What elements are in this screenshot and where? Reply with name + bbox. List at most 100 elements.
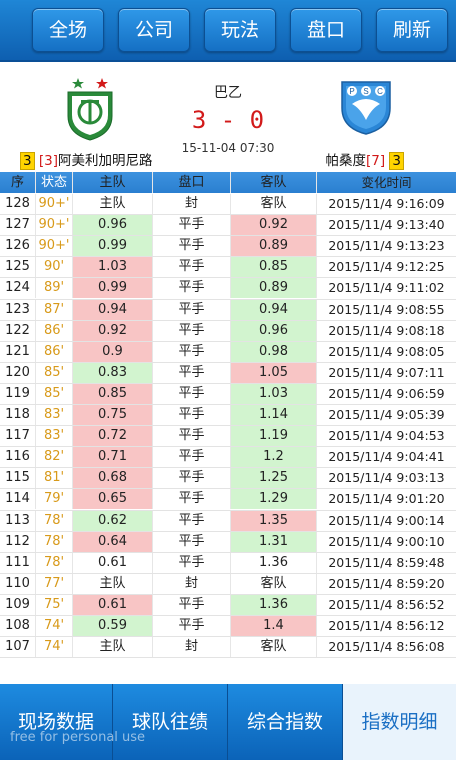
cell-status: 74' <box>36 637 73 658</box>
cell-away-odds: 1.2 <box>231 447 317 468</box>
cell-status: 82' <box>36 447 73 468</box>
cell-away-odds: 0.96 <box>231 320 317 341</box>
home-team-name: 阿美利加明尼路 <box>58 153 153 169</box>
tab-team-history[interactable]: 球队往绩 <box>113 684 228 760</box>
cell-away-odds: 1.19 <box>231 426 317 447</box>
cell-away-odds: 0.85 <box>231 257 317 278</box>
cell-away-odds: 0.89 <box>231 278 317 299</box>
cell-handicap: 平手 <box>153 405 231 425</box>
cell-status: 83' <box>36 405 73 425</box>
cell-status: 81' <box>36 468 73 489</box>
cell-change-time: 2015/11/4 9:00:14 <box>328 512 445 528</box>
match-time: 15-11-04 07:30 <box>181 141 275 155</box>
cell-home-odds: 0.75 <box>73 405 153 425</box>
cell-no: 114 <box>0 489 36 510</box>
cell-no: 125 <box>0 257 36 278</box>
cell-status: 78' <box>36 510 73 531</box>
cell-status: 89' <box>36 278 73 299</box>
refresh-button[interactable]: 刷新 <box>376 8 448 52</box>
cell-no: 111 <box>0 552 36 573</box>
cell-no: 110 <box>0 573 36 594</box>
home-team: 3 [3]阿美利加明尼路 <box>20 149 153 170</box>
match-score: 3 - 0 <box>191 106 265 134</box>
cell-no: 127 <box>0 215 36 236</box>
cell-handicap: 平手 <box>153 594 231 615</box>
cell-home-odds: 主队 <box>73 573 153 594</box>
table-row: 110 77' 主队封客队 2015/11/4 8:59:20 <box>0 573 456 595</box>
cell-status: 86' <box>36 341 73 362</box>
away-team-logo: P S C <box>341 81 391 135</box>
cell-status: 85' <box>36 362 73 383</box>
away-rank-badge: 3 <box>389 152 404 170</box>
table-row: 122 86' 0.92 平手 0.96 2015/11/4 9:08:18 <box>0 320 456 342</box>
cell-no: 119 <box>0 383 36 404</box>
cell-change-time: 2015/11/4 9:08:18 <box>328 322 445 338</box>
full-match-button[interactable]: 全场 <box>32 8 104 52</box>
cell-change-time: 2015/11/4 9:08:55 <box>328 301 445 317</box>
cell-change-time: 2015/11/4 9:03:13 <box>328 470 445 486</box>
svg-text:C: C <box>377 87 383 96</box>
cell-handicap: 封 <box>153 194 231 214</box>
cell-home-odds: 0.9 <box>73 341 153 362</box>
away-team-name: 帕桑度 <box>325 153 366 169</box>
svg-text:S: S <box>363 87 368 96</box>
cell-away-odds: 1.05 <box>231 362 317 383</box>
cell-away-odds: 1.35 <box>231 510 317 531</box>
cell-status: 85' <box>36 383 73 404</box>
cell-no: 107 <box>0 637 36 658</box>
bottom-nav: 现场数据 球队往绩 综合指数 指数明细 <box>0 684 456 760</box>
cell-home-odds: 0.92 <box>73 320 153 341</box>
handicap-button[interactable]: 盘口 <box>290 8 362 52</box>
cell-home-odds: 0.85 <box>73 383 153 404</box>
cell-away-odds: 0.94 <box>231 299 317 320</box>
cell-no: 108 <box>0 616 36 636</box>
tab-live-data[interactable]: 现场数据 <box>0 684 113 760</box>
cell-home-odds: 0.83 <box>73 362 153 383</box>
cell-handicap: 平手 <box>153 215 231 236</box>
cell-no: 121 <box>0 341 36 362</box>
table-row: 114 79' 0.65 平手 1.29 2015/11/4 9:01:20 <box>0 489 456 511</box>
cell-home-odds: 0.71 <box>73 447 153 468</box>
cell-change-time: 2015/11/4 9:13:23 <box>328 238 445 254</box>
cell-home-odds: 主队 <box>73 637 153 658</box>
cell-away-odds: 客队 <box>231 194 317 214</box>
top-toolbar: 全场 公司 玩法 盘口 刷新 <box>0 0 456 62</box>
bet-type-button[interactable]: 玩法 <box>204 8 276 52</box>
cell-change-time: 2015/11/4 9:04:41 <box>328 449 445 465</box>
cell-handicap: 平手 <box>153 341 231 362</box>
company-button[interactable]: 公司 <box>118 8 190 52</box>
cell-change-time: 2015/11/4 9:13:40 <box>328 217 445 233</box>
svg-text:P: P <box>349 87 354 96</box>
cell-status: 78' <box>36 552 73 573</box>
tab-index-detail[interactable]: 指数明细 <box>343 684 456 760</box>
cell-change-time: 2015/11/4 9:04:53 <box>328 428 445 444</box>
match-header: 巴乙 3 - 0 15-11-04 07:30 P S C 3 [3]阿美利加明… <box>0 62 456 172</box>
cell-status: 90+' <box>36 236 73 257</box>
cell-away-odds: 0.89 <box>231 236 317 257</box>
table-row: 119 85' 0.85 平手 1.03 2015/11/4 9:06:59 <box>0 383 456 406</box>
table-row: 115 81' 0.68 平手 1.25 2015/11/4 9:03:13 <box>0 468 456 490</box>
cell-change-time: 2015/11/4 9:06:59 <box>328 385 445 401</box>
tab-combined-index[interactable]: 综合指数 <box>228 684 343 760</box>
col-header-away: 客队 <box>231 172 317 193</box>
cell-home-odds: 0.99 <box>73 278 153 299</box>
cell-home-odds: 0.61 <box>73 594 153 615</box>
col-header-handicap: 盘口 <box>153 172 231 193</box>
col-header-home: 主队 <box>73 172 153 193</box>
table-row: 124 89' 0.99 平手 0.89 2015/11/4 9:11:02 <box>0 278 456 300</box>
cell-no: 126 <box>0 236 36 257</box>
cell-handicap: 平手 <box>153 320 231 341</box>
cell-no: 122 <box>0 320 36 341</box>
table-row: 121 86' 0.9 平手 0.98 2015/11/4 9:08:05 <box>0 341 456 363</box>
cell-away-odds: 1.36 <box>231 594 317 615</box>
table-row: 123 87' 0.94 平手 0.94 2015/11/4 9:08:55 <box>0 299 456 321</box>
cell-home-odds: 0.68 <box>73 468 153 489</box>
table-row: 113 78' 0.62 平手 1.35 2015/11/4 9:00:14 <box>0 510 456 532</box>
cell-no: 109 <box>0 594 36 615</box>
cell-status: 79' <box>36 489 73 510</box>
col-header-no: 序 <box>0 172 36 193</box>
table-row: 111 78' 0.61 平手 1.36 2015/11/4 8:59:48 <box>0 552 456 574</box>
cell-status: 90+' <box>36 215 73 236</box>
cell-home-odds: 0.64 <box>73 531 153 552</box>
table-row: 112 78' 0.64 平手 1.31 2015/11/4 9:00:10 <box>0 531 456 553</box>
